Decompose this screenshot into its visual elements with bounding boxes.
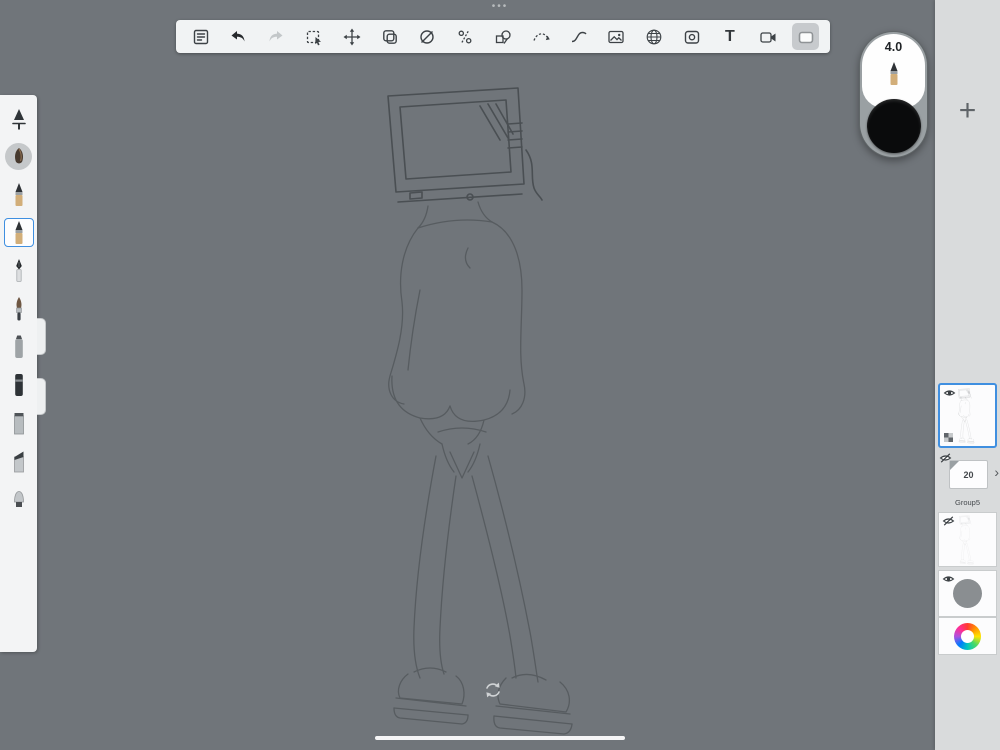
- eraser-tool-icon[interactable]: [414, 23, 441, 50]
- menu-icon[interactable]: [187, 23, 214, 50]
- brush-dome[interactable]: [4, 484, 34, 513]
- panel-drag-handle-2[interactable]: [37, 378, 46, 415]
- drawing-canvas[interactable]: [0, 0, 1000, 750]
- curve-tool-icon[interactable]: [565, 23, 592, 50]
- mesh-tool-icon[interactable]: [641, 23, 668, 50]
- brush-ink-pen[interactable]: [4, 256, 34, 285]
- shape-pen-tool-icon[interactable]: [490, 23, 517, 50]
- color-wheel-center: [961, 629, 974, 643]
- move-tool-icon[interactable]: [338, 23, 365, 50]
- layer-item-hidden[interactable]: [938, 512, 997, 567]
- brush-pencil-2-selected[interactable]: [3, 218, 34, 247]
- image-tool-icon[interactable]: [603, 23, 630, 50]
- character-sketch: [387, 87, 573, 735]
- brush-paint[interactable]: [4, 294, 34, 323]
- curve-pen-tool-icon[interactable]: [527, 23, 554, 50]
- brush-round[interactable]: [4, 142, 34, 171]
- rotate-reset-icon[interactable]: [483, 681, 503, 699]
- top-toolbar: T: [176, 20, 830, 53]
- group-expand-chevron[interactable]: ›: [994, 465, 999, 479]
- transform-tool-icon[interactable]: [376, 23, 403, 50]
- brush-sidebar: [0, 95, 37, 652]
- brush-angled-flat[interactable]: [4, 446, 34, 475]
- layer-thumbnail-gray-fill: [953, 579, 982, 608]
- layer-item-background[interactable]: [938, 570, 997, 617]
- group-hidden-eye-icon[interactable]: [939, 453, 952, 463]
- group-thumbnail[interactable]: 20: [949, 460, 988, 489]
- color-wheel-row: [938, 617, 997, 655]
- brush-marker[interactable]: [4, 332, 34, 361]
- layer-transform-checker-icon[interactable]: [944, 433, 953, 442]
- layer-item-selected[interactable]: [938, 383, 997, 448]
- group-layer-count: 20: [963, 469, 974, 480]
- multitask-indicator: •••: [491, 1, 509, 12]
- frame-tool-icon-selected[interactable]: [792, 23, 819, 50]
- text-tool-glyph: T: [724, 27, 735, 45]
- add-layer-button[interactable]: +: [935, 96, 1000, 126]
- divide-tool-icon[interactable]: [452, 23, 479, 50]
- brush-size-color-widget[interactable]: 4.0: [859, 31, 928, 158]
- brush-pencil[interactable]: [4, 180, 34, 209]
- layer-group-item[interactable]: 20 › Group5: [935, 453, 1000, 507]
- brush-size-label: 4.0: [884, 40, 903, 54]
- layer-visible-eye-icon[interactable]: [943, 388, 956, 398]
- horizontal-scroll-indicator[interactable]: [375, 736, 625, 740]
- brush-dark-marker[interactable]: [4, 370, 34, 399]
- redo-button[interactable]: [263, 23, 290, 50]
- undo-button[interactable]: [225, 23, 252, 50]
- brush-flat-shader[interactable]: [4, 408, 34, 437]
- color-wheel-button[interactable]: [954, 622, 981, 650]
- group-name-label: Group5: [954, 498, 981, 507]
- layers-panel: + 20 › Group5: [935, 0, 1000, 750]
- current-color-swatch[interactable]: [866, 99, 921, 153]
- video-tool-icon[interactable]: [754, 23, 781, 50]
- panel-drag-handle-1[interactable]: [37, 318, 46, 355]
- material-tool-icon[interactable]: [679, 23, 706, 50]
- layer-hidden-eye-icon[interactable]: [942, 516, 955, 526]
- layer-visible-eye-icon-2[interactable]: [942, 574, 955, 584]
- brush-airbrush[interactable]: [4, 104, 34, 133]
- select-tool-icon[interactable]: [300, 23, 327, 50]
- brush-round-bg: [5, 143, 32, 170]
- text-tool-icon[interactable]: T: [716, 23, 743, 50]
- current-brush-thumbnail[interactable]: [860, 60, 927, 87]
